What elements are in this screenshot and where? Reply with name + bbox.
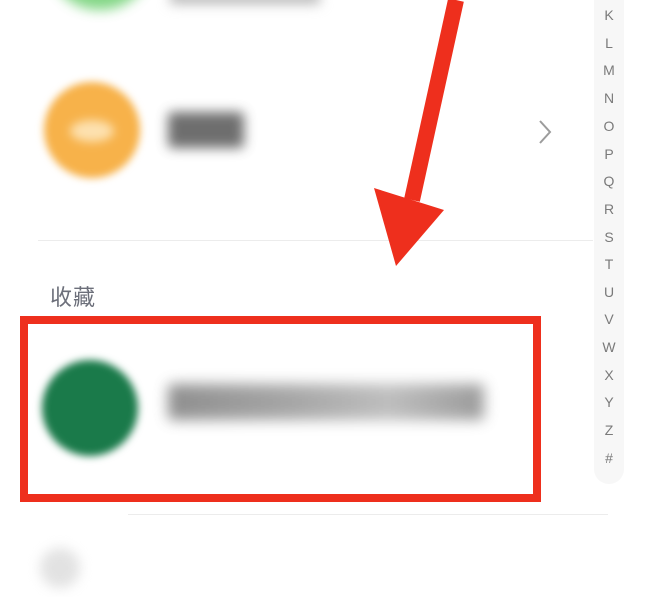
highlight-annotation-box xyxy=(20,316,541,502)
index-letter[interactable]: Y xyxy=(594,394,624,410)
index-letter[interactable]: # xyxy=(594,450,624,466)
index-letter[interactable]: K xyxy=(594,7,624,23)
divider xyxy=(128,514,608,515)
index-letter[interactable]: L xyxy=(594,35,624,51)
index-letter[interactable]: W xyxy=(594,339,624,355)
index-letter[interactable]: P xyxy=(594,146,624,162)
avatar-glyph xyxy=(70,120,114,142)
index-letter[interactable]: Z xyxy=(594,422,624,438)
index-letter[interactable]: N xyxy=(594,90,624,106)
index-letter[interactable]: S xyxy=(594,229,624,245)
index-letter[interactable]: Q xyxy=(594,173,624,189)
index-letter[interactable]: X xyxy=(594,367,624,383)
avatar xyxy=(50,0,150,10)
alphabet-index[interactable]: K L M N O P Q R S T U V W X Y Z # xyxy=(594,0,624,484)
contact-name-blurred xyxy=(168,112,244,148)
index-letter[interactable]: R xyxy=(594,201,624,217)
contact-name-blurred xyxy=(170,0,320,4)
contact-row-top-partial[interactable] xyxy=(0,0,590,20)
index-letter[interactable]: T xyxy=(594,256,624,272)
index-letter[interactable]: M xyxy=(594,62,624,78)
index-letter[interactable]: V xyxy=(594,311,624,327)
index-letter[interactable]: O xyxy=(594,118,624,134)
avatar xyxy=(40,548,80,588)
avatar xyxy=(44,82,140,178)
index-letter[interactable]: U xyxy=(594,284,624,300)
contacts-screen: 收藏 K L M N O P Q R S T U V W X Y Z # xyxy=(0,0,650,597)
divider xyxy=(38,240,593,241)
red-arrow-annotation xyxy=(374,0,464,266)
chevron-right-icon[interactable] xyxy=(533,118,557,146)
section-header-favorites: 收藏 xyxy=(50,286,97,311)
